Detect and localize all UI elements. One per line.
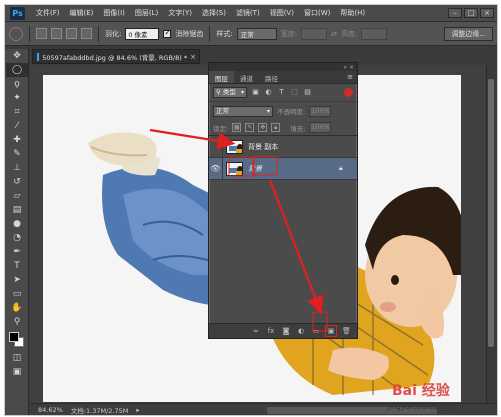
highlight-box-layer-thumb bbox=[228, 156, 255, 177]
arrow-to-new-layer-button bbox=[268, 179, 324, 315]
highlight-box-layer-name bbox=[252, 156, 278, 176]
watermark-url: jingyan.baidu.com bbox=[387, 402, 457, 411]
arrow-to-copy-layer bbox=[149, 128, 236, 150]
photoshop-window: Ps 文件(F) 编辑(E) 图像(I) 图层(L) 文字(Y) 选择(S) 滤… bbox=[4, 4, 498, 416]
annotation-overlay bbox=[149, 128, 328, 332]
highlight-box-new-layer bbox=[312, 311, 328, 332]
baidu-watermark: Bai 经验 jingyan.baidu.com bbox=[382, 378, 498, 416]
watermark-brand: Bai 经验 bbox=[392, 383, 450, 399]
